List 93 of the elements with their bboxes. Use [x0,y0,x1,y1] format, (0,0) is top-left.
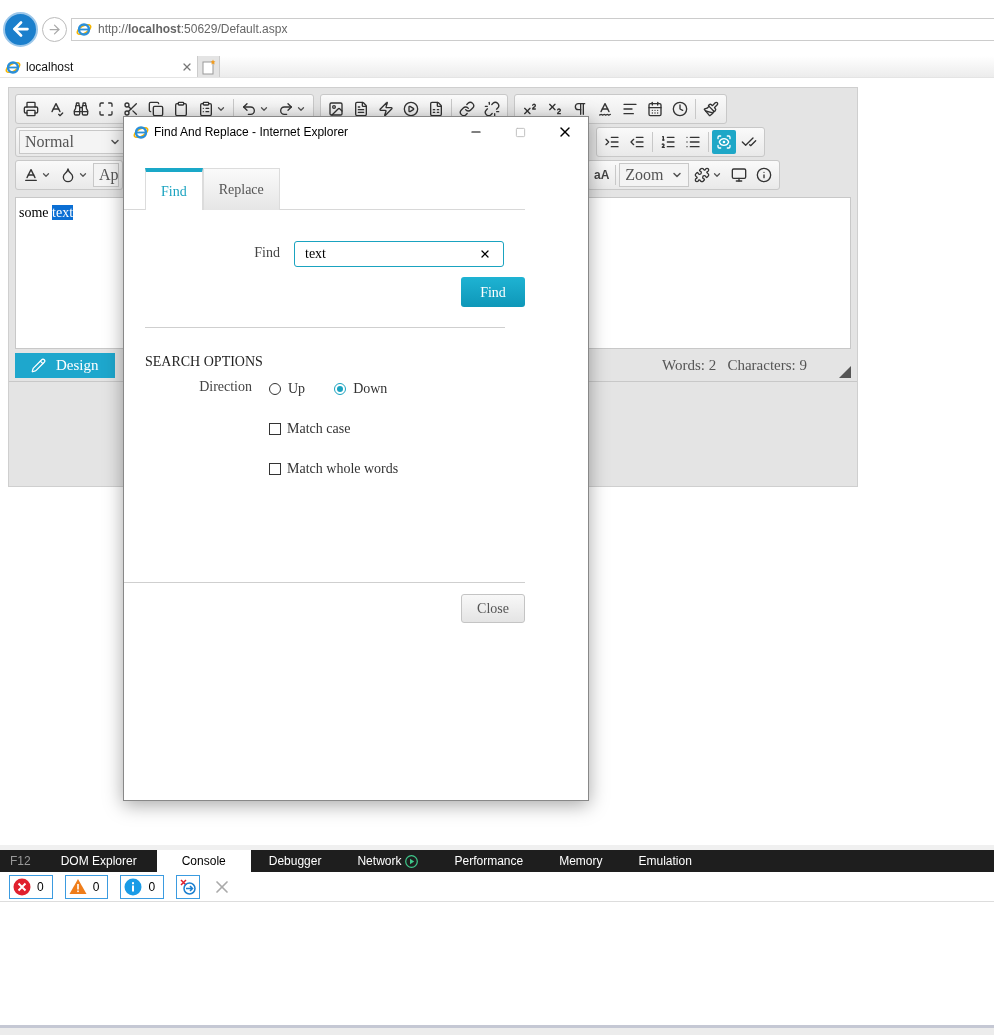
clock-icon [672,101,688,117]
tab-title: localhost [26,58,74,76]
section-heading: SEARCH OPTIONS [145,353,264,371]
unlink-icon [484,101,500,117]
printer-icon [23,101,39,117]
link-icon [459,101,475,117]
resize-handle-icon[interactable] [839,366,851,378]
devtools-tab[interactable]: DOM Explorer [40,850,157,872]
play-icon [403,101,419,117]
devtools-tab[interactable]: Memory [541,850,621,872]
info-icon [756,167,773,183]
select-all-icon [98,101,114,117]
browser-icon [5,58,21,75]
outdent-icon [629,134,645,150]
close-dialog-button[interactable]: Close [461,594,525,623]
image-icon [328,101,344,117]
caret-icon [259,104,269,114]
new-tab-icon [201,58,216,75]
pencil-icon [31,357,46,373]
message-filter-button[interactable]: 0 [120,874,165,899]
caret-icon [41,170,51,180]
scissors-icon [123,101,139,117]
clear-icon[interactable] [479,248,491,260]
checkbox-option[interactable]: Match whole words [269,458,525,479]
caret-icon [216,104,226,114]
clear-on-navigate-button[interactable] [176,874,201,899]
caret-icon [78,170,88,180]
message-count: 0 [148,878,156,896]
checkbox-option[interactable]: Match case [269,418,525,439]
devtools-label: F12 [9,853,32,870]
error-icon [13,877,31,896]
word-count: Words: 2 Characters: 9 [662,355,807,375]
spellcheck-icon [48,101,64,117]
navigate-clear-icon [180,878,197,895]
ordered-list-icon [660,134,676,150]
indent-icon [604,134,620,150]
superscript-icon [522,101,538,117]
puzzle-icon [694,167,711,183]
play-icon [405,854,419,868]
checkbox[interactable] [269,462,281,475]
document-icon [353,101,369,117]
browser-icon [76,21,92,37]
lightning-icon [378,101,394,117]
dialog-tab[interactable]: Replace [202,168,280,210]
radio-option[interactable]: Down [334,378,388,399]
devtools-tab[interactable]: Network [339,850,437,872]
template-icon [428,101,444,117]
spellcheck-icon [597,101,613,117]
devtools-tab[interactable]: Debugger [250,850,340,872]
browser-icon [133,124,149,140]
droplet-icon [60,167,76,183]
message-count: 0 [92,878,100,896]
brush-icon [703,101,719,117]
find-label: Find [253,244,280,262]
pilcrow-icon [572,101,588,117]
copy-icon [148,101,164,117]
case-button[interactable]: aA [591,163,613,187]
radio-option[interactable]: Up [269,378,306,399]
direction-label: Direction [198,378,252,396]
subscript-icon [547,101,563,117]
align-left-icon [622,101,638,117]
monitor-icon [731,167,748,183]
binoculars-icon [73,101,89,117]
font-color-icon [23,167,39,183]
format-select[interactable]: Zoom [619,163,690,187]
message-filter-button[interactable]: 0 [9,874,53,899]
browser-tab[interactable]: localhost [0,56,198,77]
devtools-tab[interactable]: Console [156,850,251,872]
warning-icon [68,878,87,895]
clipboard-icon [173,101,189,117]
clipboard-icon [198,101,214,117]
caret-icon [712,170,723,180]
info-icon [124,877,143,896]
find-field[interactable]: text [294,241,504,267]
maximize-icon [514,126,526,138]
message-filter-button[interactable]: 0 [64,874,109,899]
caret-icon [296,104,306,114]
devtools-tab[interactable]: Performance [436,850,542,872]
content-text: some [19,205,50,220]
window-title: Find And Replace - Internet Explorer [154,124,349,141]
bullet-list-icon [685,134,701,150]
devtools-tab[interactable]: Emulation [620,850,710,872]
calendar-icon [647,101,663,117]
url-text: http://localhost:50629/Default.aspx [98,21,288,38]
redo-icon [278,101,294,117]
checkbox[interactable] [269,422,281,435]
address-bar[interactable]: http://localhost:50629/Default.aspx [71,17,994,41]
undo-icon [241,101,257,117]
content-text: text [52,205,74,220]
preview-icon [716,134,732,150]
format-select[interactable]: Ap [93,163,119,187]
message-count: 0 [37,878,44,896]
back-button[interactable] [3,11,38,47]
